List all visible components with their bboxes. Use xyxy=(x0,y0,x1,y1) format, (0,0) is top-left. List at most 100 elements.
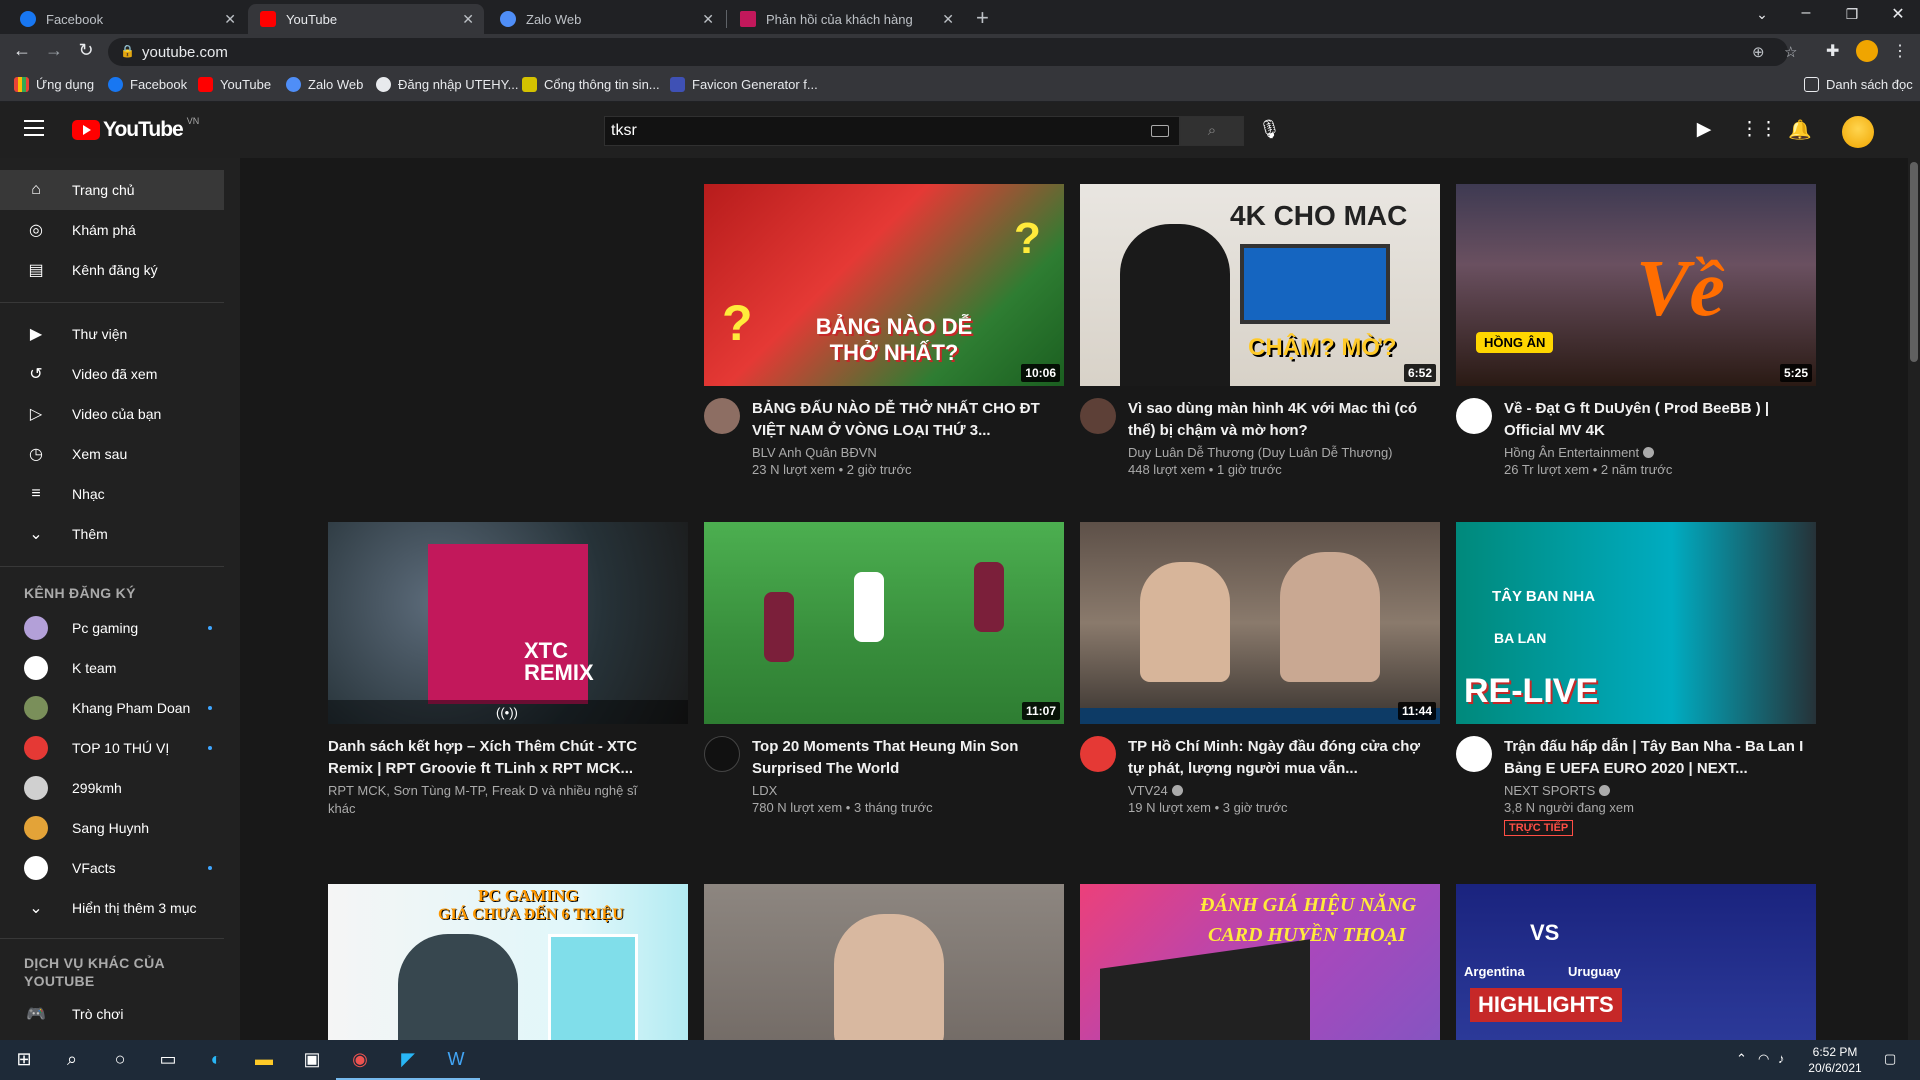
account-avatar[interactable] xyxy=(1842,116,1874,148)
video-thumbnail[interactable]: TÂY BAN NHA BA LAN RE-LIVE xyxy=(1456,522,1816,724)
video-card[interactable]: PC GAMING GIÁ CHƯA ĐẾN 6 TRIỆU xyxy=(328,884,688,1040)
reading-list[interactable]: Danh sách đọc xyxy=(1804,77,1913,92)
sidebar-show-more[interactable]: ⌄ Hiển thị thêm 3 mục xyxy=(0,888,224,928)
video-thumbnail[interactable] xyxy=(704,884,1064,1040)
menu-icon[interactable]: ⋮ xyxy=(1892,41,1908,61)
sidebar-item-your-videos[interactable]: ▷ Video của bạn xyxy=(0,394,224,434)
store-icon[interactable]: ▣ xyxy=(288,1040,336,1080)
cortana-icon[interactable]: ○ xyxy=(96,1040,144,1080)
channel-avatar[interactable] xyxy=(1456,398,1492,434)
video-card[interactable]: 4K CHO MAC CHẬM? MỜ? 6:52 Vì sao dùng mà… xyxy=(1080,184,1440,496)
video-card[interactable]: 11:44 TP Hồ Chí Minh: Ngày đầu đóng cửa … xyxy=(1080,522,1440,834)
sidebar-channel-k-team[interactable]: K team xyxy=(0,648,224,688)
video-thumbnail[interactable]: ĐÁNH GIÁ HIỆU NĂNG CARD HUYỀN THOẠI xyxy=(1080,884,1440,1040)
microphone-icon[interactable]: 🎙 xyxy=(1258,119,1281,140)
notifications-center-icon[interactable]: ▢ xyxy=(1884,1051,1896,1067)
video-thumbnail[interactable]: 11:44 xyxy=(1080,522,1440,724)
tab-search-icon[interactable]: ⌄ xyxy=(1742,6,1782,23)
close-icon[interactable]: ✕ xyxy=(462,11,474,28)
chrome-icon[interactable]: ◉ xyxy=(336,1040,384,1080)
video-card[interactable]: BẢNG NÀO DỄ THỞ NHẤT? ? ? 10:06 BẢNG ĐẤU… xyxy=(704,184,1064,496)
reload-icon[interactable]: ↻ xyxy=(74,40,98,61)
sidebar-item-more[interactable]: ⌄ Thêm xyxy=(0,514,224,554)
edge-icon[interactable]: ◐ xyxy=(192,1040,240,1080)
vscode-icon[interactable]: ◤ xyxy=(384,1040,432,1080)
tab-zalo[interactable]: Zalo Web ✕ xyxy=(488,4,724,34)
video-thumbnail[interactable]: BẢNG NÀO DỄ THỞ NHẤT? ? ? 10:06 xyxy=(704,184,1064,386)
video-card[interactable]: Argentina Uruguay VS HIGHLIGHTS xyxy=(1456,884,1816,1040)
search-icon[interactable]: ⌕ xyxy=(48,1040,96,1080)
search-query[interactable]: tksr xyxy=(611,122,637,140)
video-title[interactable]: Trận đấu hấp dẫn | Tây Ban Nha - Ba Lan … xyxy=(1504,736,1804,780)
file-explorer-icon[interactable]: ▬ xyxy=(240,1040,288,1080)
bookmark-youtube[interactable]: YouTube xyxy=(198,77,271,92)
video-thumbnail[interactable]: XTC REMIX ((•)) xyxy=(328,522,688,724)
install-icon[interactable]: ⊕ xyxy=(1752,43,1765,61)
tab-facebook[interactable]: Facebook ✕ xyxy=(8,4,246,34)
system-clock[interactable]: 6:52 PM 20/6/2021 xyxy=(1790,1044,1880,1076)
video-thumbnail[interactable]: Về HỒNG ÂN 5:25 xyxy=(1456,184,1816,386)
video-thumbnail[interactable]: Argentina Uruguay VS HIGHLIGHTS xyxy=(1456,884,1816,1040)
bookmark-utehy[interactable]: Đăng nhập UTEHY... xyxy=(376,77,518,92)
sidebar-item-history[interactable]: ↺ Video đã xem xyxy=(0,354,224,394)
video-card[interactable]: XTC REMIX ((•)) Danh sách kết hợp – Xích… xyxy=(328,522,688,834)
chevron-up-icon[interactable]: ⌃ xyxy=(1736,1051,1747,1067)
profile-avatar[interactable] xyxy=(1856,40,1878,62)
sidebar-channel-sang-huynh[interactable]: Sang Huynh xyxy=(0,808,224,848)
video-thumbnail[interactable]: 4K CHO MAC CHẬM? MỜ? 6:52 xyxy=(1080,184,1440,386)
channel-avatar[interactable] xyxy=(1080,398,1116,434)
tab-youtube[interactable]: YouTube ✕ xyxy=(248,4,484,34)
video-title[interactable]: BẢNG ĐẤU NÀO DỄ THỞ NHẤT CHO ĐT VIỆT NAM… xyxy=(752,398,1052,442)
restore-icon[interactable]: ❐ xyxy=(1832,6,1872,23)
sidebar-channel-pc-gaming[interactable]: Pc gaming xyxy=(0,608,224,648)
sidebar-item-gaming[interactable]: 🎮 Trò chơi xyxy=(0,994,224,1034)
notifications-icon[interactable]: 🔔 xyxy=(1788,118,1812,142)
sidebar-channel-top10[interactable]: TOP 10 THÚ VỊ xyxy=(0,728,224,768)
sidebar-item-watch-later[interactable]: ◷ Xem sau xyxy=(0,434,224,474)
close-icon[interactable]: ✕ xyxy=(942,11,954,28)
youtube-logo[interactable]: YouTube VN xyxy=(72,116,199,142)
channel-avatar[interactable] xyxy=(704,398,740,434)
lock-icon[interactable]: 🔒 xyxy=(120,44,135,58)
back-icon[interactable]: ← xyxy=(10,40,34,61)
windows-start-icon[interactable]: ⊞ xyxy=(0,1040,48,1080)
video-title[interactable]: Top 20 Moments That Heung Min Son Surpri… xyxy=(752,736,1052,780)
channel-name[interactable]: Duy Luân Dễ Thương (Duy Luân Dễ Thương) xyxy=(1128,444,1428,462)
apps-icon[interactable]: ⋮⋮ xyxy=(1740,118,1778,141)
new-tab-icon[interactable]: + xyxy=(976,5,989,31)
video-title[interactable]: Về - Đạt G ft DuUyên ( Prod BeeBB ) | Of… xyxy=(1504,398,1804,442)
network-icon[interactable]: ◠ xyxy=(1758,1051,1769,1067)
search-input[interactable]: tksr xyxy=(604,116,1180,146)
video-title[interactable]: Vì sao dùng màn hình 4K với Mac thì (có … xyxy=(1128,398,1428,442)
sidebar-channel-299kmh[interactable]: 299kmh xyxy=(0,768,224,808)
forward-icon[interactable]: → xyxy=(42,40,66,61)
channel-avatar[interactable] xyxy=(1456,736,1492,772)
scrollbar-thumb[interactable] xyxy=(1910,162,1918,362)
channel-avatar[interactable] xyxy=(704,736,740,772)
video-card[interactable]: Về HỒNG ÂN 5:25 Về - Đạt G ft DuUyên ( P… xyxy=(1456,184,1816,496)
sidebar-item-home[interactable]: ⌂ Trang chủ xyxy=(0,170,224,210)
bookmark-facebook[interactable]: Facebook xyxy=(108,77,187,92)
word-icon[interactable]: W xyxy=(432,1040,480,1080)
tab-feedback[interactable]: Phản hồi của khách hàng ✕ xyxy=(728,4,964,34)
hamburger-icon[interactable] xyxy=(24,120,44,141)
video-card[interactable]: TÂY BAN NHA BA LAN RE-LIVE Trận đấu hấp … xyxy=(1456,522,1816,836)
bookmark-zalo[interactable]: Zalo Web xyxy=(286,77,363,92)
url-text[interactable]: youtube.com xyxy=(142,44,228,61)
video-card[interactable] xyxy=(704,884,1064,1040)
video-card[interactable]: ĐÁNH GIÁ HIỆU NĂNG CARD HUYỀN THOẠI xyxy=(1080,884,1440,1040)
channel-avatar[interactable] xyxy=(1080,736,1116,772)
sidebar-channel-vfacts[interactable]: VFacts xyxy=(0,848,224,888)
search-button[interactable]: ⌕ xyxy=(1180,116,1244,146)
bookmark-apps[interactable]: Ứng dụng xyxy=(14,77,94,92)
keyboard-icon[interactable] xyxy=(1151,125,1169,137)
task-view-icon[interactable]: ▭ xyxy=(144,1040,192,1080)
sidebar-channel-khang-pham-doan[interactable]: Khang Pham Doan xyxy=(0,688,224,728)
channel-name[interactable]: RPT MCK, Sơn Tùng M-TP, Freak D và nhiều… xyxy=(328,782,668,818)
bookmark-favicon-generator[interactable]: Favicon Generator f... xyxy=(670,77,818,92)
sidebar-item-explore[interactable]: ◎ Khám phá xyxy=(0,210,224,250)
create-video-icon[interactable]: ▶ xyxy=(1692,118,1716,141)
bookmark-portal[interactable]: Cổng thông tin sin... xyxy=(522,77,660,92)
address-bar[interactable]: 🔒 youtube.com ⊕ ☆ xyxy=(108,38,1797,66)
channel-name[interactable]: BLV Anh Quân BĐVN xyxy=(752,444,1052,462)
